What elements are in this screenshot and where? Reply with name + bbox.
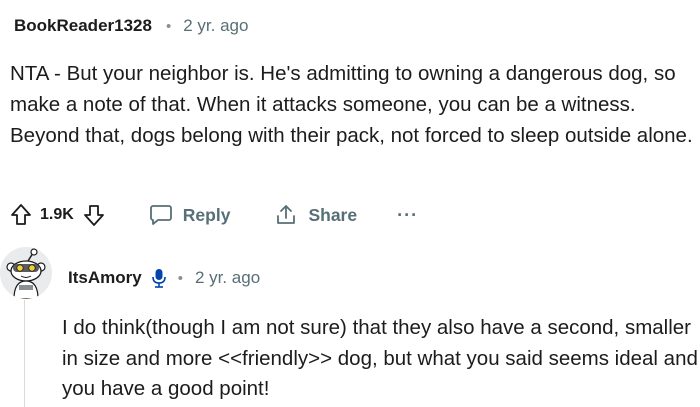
reply-author[interactable]: ItsAmory [68,268,142,288]
speech-bubble-icon [149,205,172,225]
more-options-button[interactable]: ··· [397,205,418,226]
downvote-arrow-icon [83,205,104,226]
share-icon [277,205,296,224]
upvote-button[interactable] [10,203,32,227]
downvote-button[interactable] [83,203,105,227]
comment-author[interactable]: BookReader1328 [14,16,152,36]
snoo-avatar-icon [0,247,52,299]
comment-action-bar: 1.9K Reply Share ··· [10,200,418,230]
comment-timestamp[interactable]: 2 yr. ago [183,16,248,36]
thread-line[interactable] [24,300,25,407]
comment-header: BookReader1328 • 2 yr. ago [14,12,248,40]
microphone-icon [151,268,166,288]
share-label: Share [308,204,358,225]
upvote-arrow-icon [11,204,31,225]
reply-label: Reply [182,204,231,225]
more-dots-icon: ··· [397,204,419,225]
meta-separator: • [165,17,172,35]
reply-body: I do think(though I am not sure) that th… [62,316,698,400]
comment-body: NTA - But your neighbor is. He's admitti… [10,62,693,147]
reply-header: ItsAmory • 2 yr. ago [68,263,260,293]
reply-timestamp[interactable]: 2 yr. ago [195,268,260,288]
vote-count: 1.9K [40,206,74,223]
reply-button[interactable]: Reply [149,203,231,227]
meta-separator: • [177,269,183,287]
share-button[interactable]: Share [274,203,357,227]
avatar[interactable] [0,247,52,299]
